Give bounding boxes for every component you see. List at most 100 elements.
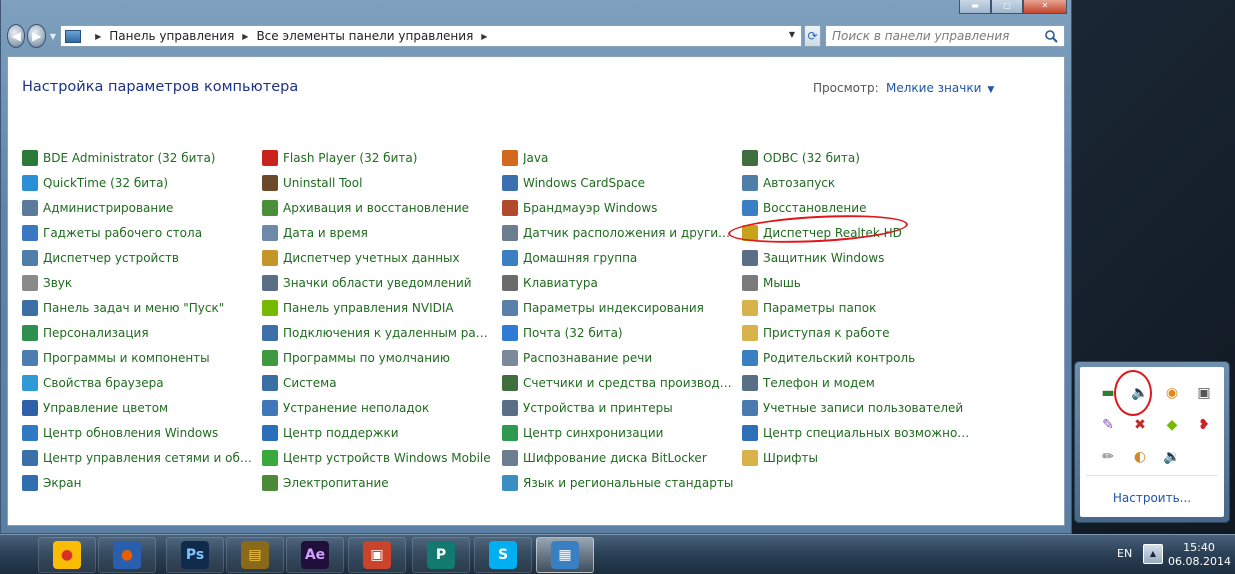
control-panel-item[interactable]: Центр устройств Windows Mobile [262, 445, 502, 470]
control-panel-item[interactable]: Родительский контроль [742, 345, 982, 370]
control-panel-item[interactable]: Программы и компоненты [22, 345, 262, 370]
control-panel-item[interactable]: Персонализация [22, 320, 262, 345]
control-panel-item[interactable]: Подключения к удаленным рабоч... [262, 320, 502, 345]
control-panel-item[interactable]: BDE Administrator (32 бита) [22, 145, 262, 170]
control-panel-item[interactable]: Архивация и восстановление [262, 195, 502, 220]
control-panel-item[interactable]: Диспетчер устройств [22, 245, 262, 270]
control-panel-item[interactable]: Клавиатура [502, 270, 742, 295]
control-panel-item[interactable]: Центр обновления Windows [22, 420, 262, 445]
control-panel-item[interactable]: Свойства браузера [22, 370, 262, 395]
customize-link[interactable]: Настроить... [1080, 491, 1224, 505]
control-panel-item[interactable]: Значки области уведомлений [262, 270, 502, 295]
breadcrumb-separator-icon[interactable]: ▶ [95, 32, 101, 41]
taskbar-app-button[interactable]: Ae [286, 537, 344, 573]
network-card-icon[interactable]: ▬ [1092, 377, 1124, 409]
lips-icon[interactable]: ❥ [1188, 409, 1220, 441]
breadcrumb-control-panel[interactable]: Панель управления [109, 29, 234, 43]
taskbar-app-button[interactable]: ● [98, 537, 156, 573]
control-panel-item[interactable]: Почта (32 бита) [502, 320, 742, 345]
realtek-icon [742, 224, 758, 241]
taskbar-app-button[interactable]: ▦ [536, 537, 594, 573]
control-panel-item[interactable]: Учетные записи пользователей [742, 395, 982, 420]
control-panel-item[interactable]: Датчик расположения и другие дат... [502, 220, 742, 245]
control-panel-item[interactable]: Параметры индексирования [502, 295, 742, 320]
control-panel-item[interactable]: QuickTime (32 бита) [22, 170, 262, 195]
control-panel-item[interactable]: Мышь [742, 270, 982, 295]
control-panel-item[interactable]: Диспетчер учетных данных [262, 245, 502, 270]
programs-icon [22, 349, 38, 366]
control-panel-item[interactable]: Телефон и модем [742, 370, 982, 395]
control-panel-item[interactable]: Java [502, 145, 742, 170]
control-panel-item[interactable]: Шрифты [742, 445, 982, 470]
error-device-icon[interactable]: ✖ [1124, 409, 1156, 441]
search-icon[interactable] [1044, 29, 1058, 43]
control-panel-item[interactable]: Центр поддержки [262, 420, 502, 445]
control-panel-item[interactable]: Счетчики и средства производител... [502, 370, 742, 395]
taskbar-app-button[interactable]: P [412, 537, 470, 573]
control-panel-item[interactable]: Диспетчер Realtek HD [742, 220, 982, 245]
minimize-button[interactable]: ▬ [959, 0, 991, 14]
address-dropdown-icon[interactable]: ▼ [789, 30, 795, 39]
maximize-button[interactable]: ▢ [991, 0, 1023, 14]
control-panel-item[interactable]: Центр синхронизации [502, 420, 742, 445]
taskbar-app-button[interactable]: S [474, 537, 532, 573]
taskbar-app-button[interactable]: ▤ [226, 537, 284, 573]
control-panel-item[interactable]: Управление цветом [22, 395, 262, 420]
close-button[interactable]: ✕ [1023, 0, 1067, 14]
control-panel-item[interactable]: Windows CardSpace [502, 170, 742, 195]
control-panel-item[interactable]: Устройства и принтеры [502, 395, 742, 420]
control-panel-item[interactable]: Домашняя группа [502, 245, 742, 270]
recent-pages-dropdown[interactable]: ▼ [50, 32, 56, 41]
address-bar[interactable]: ▶ Панель управления ▶ Все элементы панел… [60, 25, 803, 47]
control-panel-item[interactable]: Шифрование диска BitLocker [502, 445, 742, 470]
refresh-button[interactable]: ⟳ [804, 25, 822, 47]
sound-icon [22, 274, 38, 291]
breadcrumb-separator-icon[interactable]: ▶ [481, 32, 487, 41]
clock[interactable]: 15:40 06.08.2014 [1168, 541, 1231, 569]
control-panel-item[interactable]: Администрирование [22, 195, 262, 220]
taskbar-app-button[interactable]: ● [38, 537, 96, 573]
divider [1086, 475, 1218, 476]
control-panel-item[interactable]: Язык и региональные стандарты [502, 470, 742, 495]
control-panel-item[interactable]: Автозапуск [742, 170, 982, 195]
control-panel-item[interactable]: Распознавание речи [502, 345, 742, 370]
control-panel-item[interactable]: Программы по умолчанию [262, 345, 502, 370]
control-panel-item[interactable]: Гаджеты рабочего стола [22, 220, 262, 245]
nvidia-tray-icon[interactable]: ◆ [1156, 409, 1188, 441]
language-indicator[interactable]: EN [1117, 547, 1132, 560]
control-panel-item[interactable]: Дата и время [262, 220, 502, 245]
control-panel-item[interactable]: Звук [22, 270, 262, 295]
taskbar-app-button[interactable]: Ps [166, 537, 224, 573]
usb-device-icon[interactable]: ▣ [1188, 377, 1220, 409]
control-panel-item[interactable]: Система [262, 370, 502, 395]
breadcrumb-all-items[interactable]: Все элементы панели управления [256, 29, 473, 43]
control-panel-item[interactable]: Брандмауэр Windows [502, 195, 742, 220]
weather-icon[interactable]: ◐ [1124, 441, 1156, 473]
avast-icon[interactable]: ◉ [1156, 377, 1188, 409]
back-button[interactable]: ◀ [7, 24, 26, 48]
search-input[interactable] [832, 29, 1043, 43]
control-panel-item[interactable]: Устранение неполадок [262, 395, 502, 420]
control-panel-item[interactable]: Электропитание [262, 470, 502, 495]
control-panel-item[interactable]: Uninstall Tool [262, 170, 502, 195]
control-panel-item[interactable]: Панель управления NVIDIA [262, 295, 502, 320]
control-panel-item[interactable]: Панель задач и меню "Пуск" [22, 295, 262, 320]
speaker-icon[interactable]: 🔈 [1124, 377, 1156, 409]
control-panel-item[interactable]: Восстановление [742, 195, 982, 220]
control-panel-item[interactable]: Центр управления сетями и общи... [22, 445, 262, 470]
control-panel-item[interactable]: Параметры папок [742, 295, 982, 320]
control-panel-item[interactable]: Flash Player (32 бита) [262, 145, 502, 170]
feather-icon[interactable]: ✎ [1092, 409, 1124, 441]
control-panel-item[interactable]: Защитник Windows [742, 245, 982, 270]
forward-button[interactable]: ▶ [27, 24, 46, 48]
show-hidden-icons-button[interactable]: ▲ [1143, 544, 1163, 564]
pen-icon[interactable]: ✏ [1092, 441, 1124, 473]
taskbar-app-button[interactable]: ▣ [348, 537, 406, 573]
control-panel-item[interactable]: Приступая к работе [742, 320, 982, 345]
control-panel-item[interactable]: ODBC (32 бита) [742, 145, 982, 170]
control-panel-item[interactable]: Центр специальных возможностей [742, 420, 982, 445]
breadcrumb-separator-icon[interactable]: ▶ [242, 32, 248, 41]
volume-icon[interactable]: 🔉 [1156, 441, 1188, 473]
control-panel-item[interactable]: Экран [22, 470, 262, 495]
view-mode-dropdown[interactable]: Мелкие значки ▼ [886, 81, 994, 95]
